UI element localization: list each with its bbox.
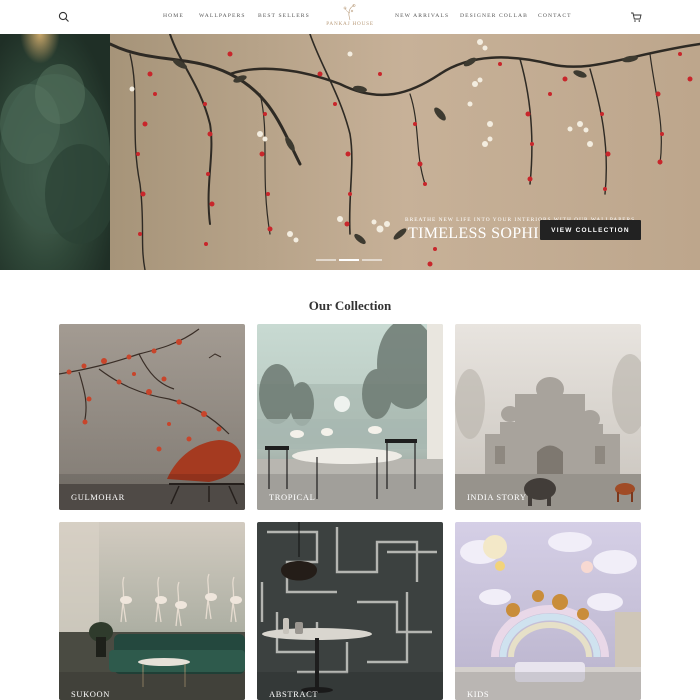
logo-text: PANKAJ HOUSE bbox=[326, 21, 374, 27]
site-header: HOME WALLPAPERS BEST SELLERS NEW ARRIVAL… bbox=[0, 0, 700, 34]
card-label: SUKOON bbox=[71, 689, 111, 699]
slider-dot[interactable] bbox=[362, 259, 382, 261]
collection-title: Our Collection bbox=[308, 298, 392, 313]
site-logo[interactable]: PANKAJ HOUSE bbox=[322, 4, 378, 30]
nav-best-sellers[interactable]: BEST SELLERS bbox=[258, 13, 310, 19]
search-icon[interactable] bbox=[57, 10, 71, 24]
collection-card-sukoon[interactable]: SUKOON bbox=[59, 522, 245, 700]
card-label: KIDS bbox=[467, 689, 490, 699]
card-label: GULMOHAR bbox=[71, 492, 125, 502]
slider-dot-active[interactable] bbox=[339, 259, 359, 261]
slider-dots bbox=[316, 259, 382, 261]
nav-new-arrivals[interactable]: NEW ARRIVALS bbox=[395, 13, 449, 19]
card-label: TROPICAL bbox=[269, 492, 316, 502]
nav-designer-collab[interactable]: DESIGNER COLLAB bbox=[460, 13, 528, 19]
nav-wallpapers[interactable]: WALLPAPERS bbox=[199, 13, 246, 19]
card-label: INDIA STORY bbox=[467, 492, 527, 502]
logo-blossom-icon bbox=[343, 4, 356, 21]
slider-dot[interactable] bbox=[316, 259, 336, 261]
collection-card-gulmohar[interactable]: GULMOHAR bbox=[59, 324, 245, 510]
collection-card-tropical[interactable]: TROPICAL bbox=[257, 324, 443, 510]
hero-banner: BREATHE NEW LIFE INTO YOUR INTERIORS WIT… bbox=[0, 34, 700, 270]
view-collection-button[interactable]: VIEW COLLECTION bbox=[540, 220, 641, 240]
nav-home[interactable]: HOME bbox=[163, 13, 184, 19]
collection-card-kids[interactable]: KIDS bbox=[455, 522, 641, 700]
hero-forest-image bbox=[0, 34, 115, 270]
nav-contact[interactable]: CONTACT bbox=[538, 13, 572, 19]
collection-card-abstract[interactable]: ABSTRACT bbox=[257, 522, 443, 700]
cart-icon[interactable] bbox=[630, 11, 642, 23]
collection-card-india-story[interactable]: INDIA STORY bbox=[455, 324, 641, 510]
card-label: ABSTRACT bbox=[269, 689, 319, 699]
